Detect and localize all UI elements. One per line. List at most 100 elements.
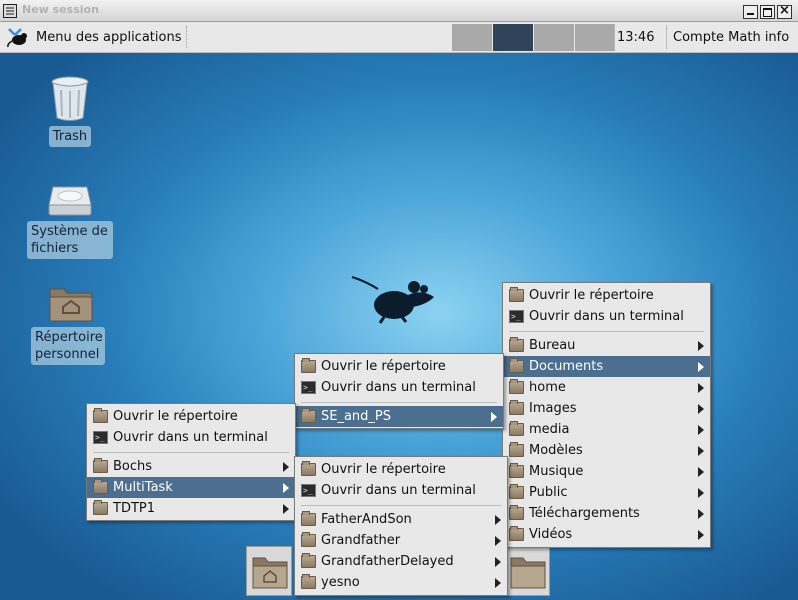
folder-icon [509,421,524,436]
folder-icon [93,408,108,423]
panel-divider [666,25,667,49]
menu-item-folder[interactable]: yesno [295,572,507,593]
se-and-ps-menu: Ouvrir le répertoire Ouvrir dans un term… [86,403,296,521]
folder-icon [509,287,524,302]
menu-item-label: home [529,380,566,395]
menu-item-folder[interactable]: FatherAndSon [295,509,507,530]
folder-icon [301,532,316,547]
menu-item-folder[interactable]: Bochs [87,456,295,477]
desktop-icon-filesystem[interactable]: Système de fichiers [27,183,113,259]
minimize-button[interactable] [743,5,758,19]
top-panel: Menu des applications 13:46 Compte Math … [0,22,798,53]
window-menu-icon[interactable] [3,4,17,18]
documents-menu: Ouvrir le répertoire Ouvrir dans un term… [294,353,504,429]
submenu-arrow-icon [495,536,501,546]
terminal-icon [301,377,316,398]
menu-item-folder[interactable]: Bureau [503,335,710,356]
workspace-4[interactable] [575,24,615,51]
menu-item-open-directory[interactable]: Ouvrir le répertoire [295,356,503,377]
submenu-arrow-icon [698,509,704,519]
desktop-icon-home[interactable]: Répertoire personnel [31,283,111,365]
dock-folder-button[interactable] [504,546,550,596]
window-titlebar: New session × [0,0,798,22]
applications-menu-label: Menu des applications [36,29,182,45]
menu-item-folder[interactable]: Modèles [503,440,710,461]
menu-separator [93,452,289,453]
templates-folder-icon [509,442,524,457]
menu-item-folder[interactable]: Public [503,482,710,503]
menu-item-open-directory[interactable]: Ouvrir le répertoire [87,406,295,427]
clock[interactable]: 13:46 [617,30,654,45]
folder-icon [301,358,316,373]
menu-item-label: media [529,422,570,437]
menu-item-label: SE_and_PS [321,409,392,424]
submenu-arrow-icon [698,404,704,414]
close-icon: × [779,3,790,18]
close-button[interactable]: × [777,3,792,19]
applications-menu-button[interactable]: Menu des applications [4,24,187,50]
menu-item-label: Ouvrir dans un terminal [321,380,476,395]
submenu-arrow-icon [698,467,704,477]
menu-item-open-directory[interactable]: Ouvrir le répertoire [503,285,710,306]
menu-item-folder[interactable]: media [503,419,710,440]
dock-home-folder-button[interactable] [246,546,292,596]
menu-item-label: Modèles [529,443,583,458]
desktop-icon-label: Système de fichiers [27,221,113,259]
folder-icon [510,557,546,589]
menu-item-label: Bochs [113,459,153,474]
workspace-2[interactable] [493,24,533,51]
menu-item-folder[interactable]: Grandfather [295,530,507,551]
menu-item-open-terminal[interactable]: Ouvrir dans un terminal [503,306,710,327]
maximize-button[interactable] [760,5,775,19]
workspace-3[interactable] [534,24,574,51]
menu-item-folder[interactable]: Vidéos [503,524,710,545]
menu-item-label: TDTP1 [113,501,156,516]
home-folder-icon [252,557,288,589]
workspace-1[interactable] [452,24,492,51]
submenu-arrow-icon [698,446,704,456]
menu-item-label: Ouvrir le répertoire [321,359,446,374]
home-folder-icon [49,288,93,322]
menu-item-open-terminal[interactable]: Ouvrir dans un terminal [295,480,507,501]
menu-item-folder[interactable]: SE_and_PS [295,406,503,427]
menu-item-folder[interactable]: Images [503,398,710,419]
desktop-icon-label: Répertoire personnel [31,327,105,365]
menu-item-label: Ouvrir le répertoire [321,462,446,477]
panel-separator [186,26,189,48]
submenu-arrow-icon [495,557,501,567]
menu-separator [301,505,501,506]
menu-item-folder[interactable]: MultiTask [87,477,295,498]
folder-icon [93,458,108,473]
menu-item-label: Grandfather [321,533,401,548]
menu-item-label: Images [529,401,577,416]
menu-item-folder[interactable]: Musique [503,461,710,482]
menu-item-folder[interactable]: home [503,377,710,398]
menu-item-folder[interactable]: TDTP1 [87,498,295,519]
menu-item-folder[interactable]: GrandfatherDelayed [295,551,507,572]
desktop-icon-label-line: Système de [31,224,108,239]
user-menu[interactable]: Compte Math info [673,30,789,45]
hard-drive-icon [48,186,92,216]
submenu-arrow-icon [495,578,501,588]
menu-item-open-terminal[interactable]: Ouvrir dans un terminal [87,427,295,448]
submenu-arrow-icon [283,483,289,493]
menu-item-open-terminal[interactable]: Ouvrir dans un terminal [295,377,503,398]
submenu-arrow-icon [491,412,497,422]
folder-icon [301,408,316,423]
folder-icon [301,553,316,568]
submenu-arrow-icon [698,362,704,372]
maximize-icon [763,8,772,17]
desktop-icon-trash[interactable]: Trash [40,76,100,147]
menu-item-label: Bureau [529,338,576,353]
menu-item-label: FatherAndSon [321,512,412,527]
multitask-menu: Ouvrir le répertoire Ouvrir dans un term… [294,456,508,596]
menu-item-label: Ouvrir le répertoire [529,288,654,303]
menu-item-open-directory[interactable]: Ouvrir le répertoire [295,459,507,480]
desktop-icon-label-line: personnel [35,347,100,362]
menu-separator [301,402,497,403]
menu-item-folder[interactable]: Documents [503,356,710,377]
desktop-icon-label-line: Répertoire [35,330,103,345]
pictures-folder-icon [509,400,524,415]
menu-item-label: Ouvrir dans un terminal [113,430,268,445]
menu-item-folder[interactable]: Téléchargements [503,503,710,524]
